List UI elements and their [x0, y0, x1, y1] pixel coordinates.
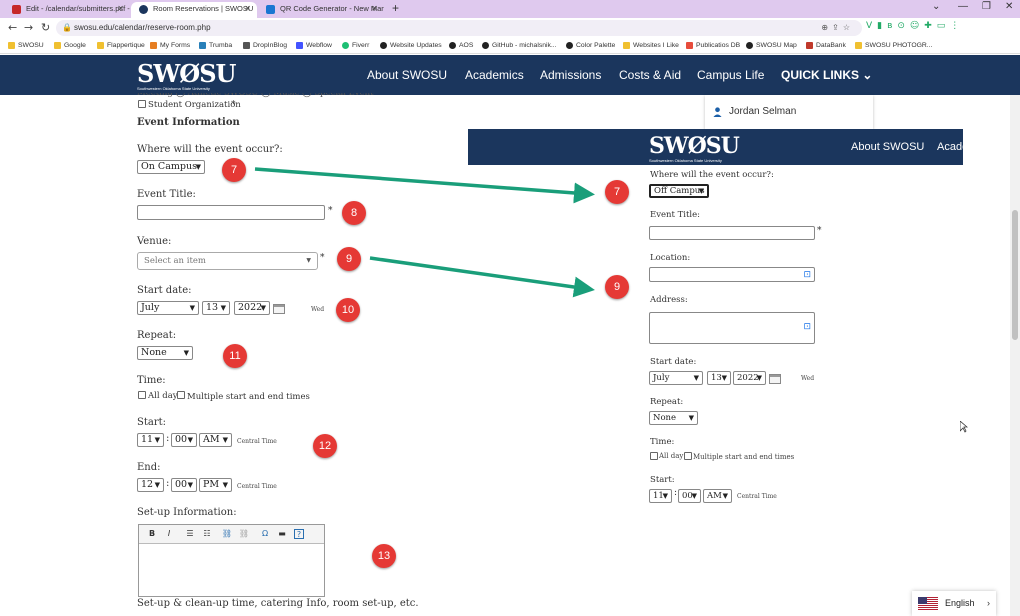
scrollbar-thumb[interactable]: [1012, 210, 1018, 340]
language-selector[interactable]: English ›: [912, 591, 996, 616]
callout-badge: 9: [605, 275, 629, 299]
language-label: English: [945, 598, 975, 608]
callout-badge: 7: [222, 158, 246, 182]
page-scrollbar[interactable]: [1010, 95, 1020, 616]
mouse-cursor-icon: [960, 421, 968, 433]
arrow-7: [254, 167, 595, 204]
chevron-right-icon: ›: [987, 598, 990, 608]
callout-badge: 9: [337, 247, 361, 271]
callout-badge: 10: [336, 298, 360, 322]
callout-badge: 8: [342, 201, 366, 225]
callout-badge: 11: [223, 344, 247, 368]
callout-badge: 7: [605, 180, 629, 204]
us-flag-icon: [918, 597, 938, 610]
callout-badge: 12: [313, 434, 337, 458]
annotation-arrows: [254, 167, 595, 298]
callout-badge: 13: [372, 544, 396, 568]
arrow-9: [369, 256, 595, 298]
